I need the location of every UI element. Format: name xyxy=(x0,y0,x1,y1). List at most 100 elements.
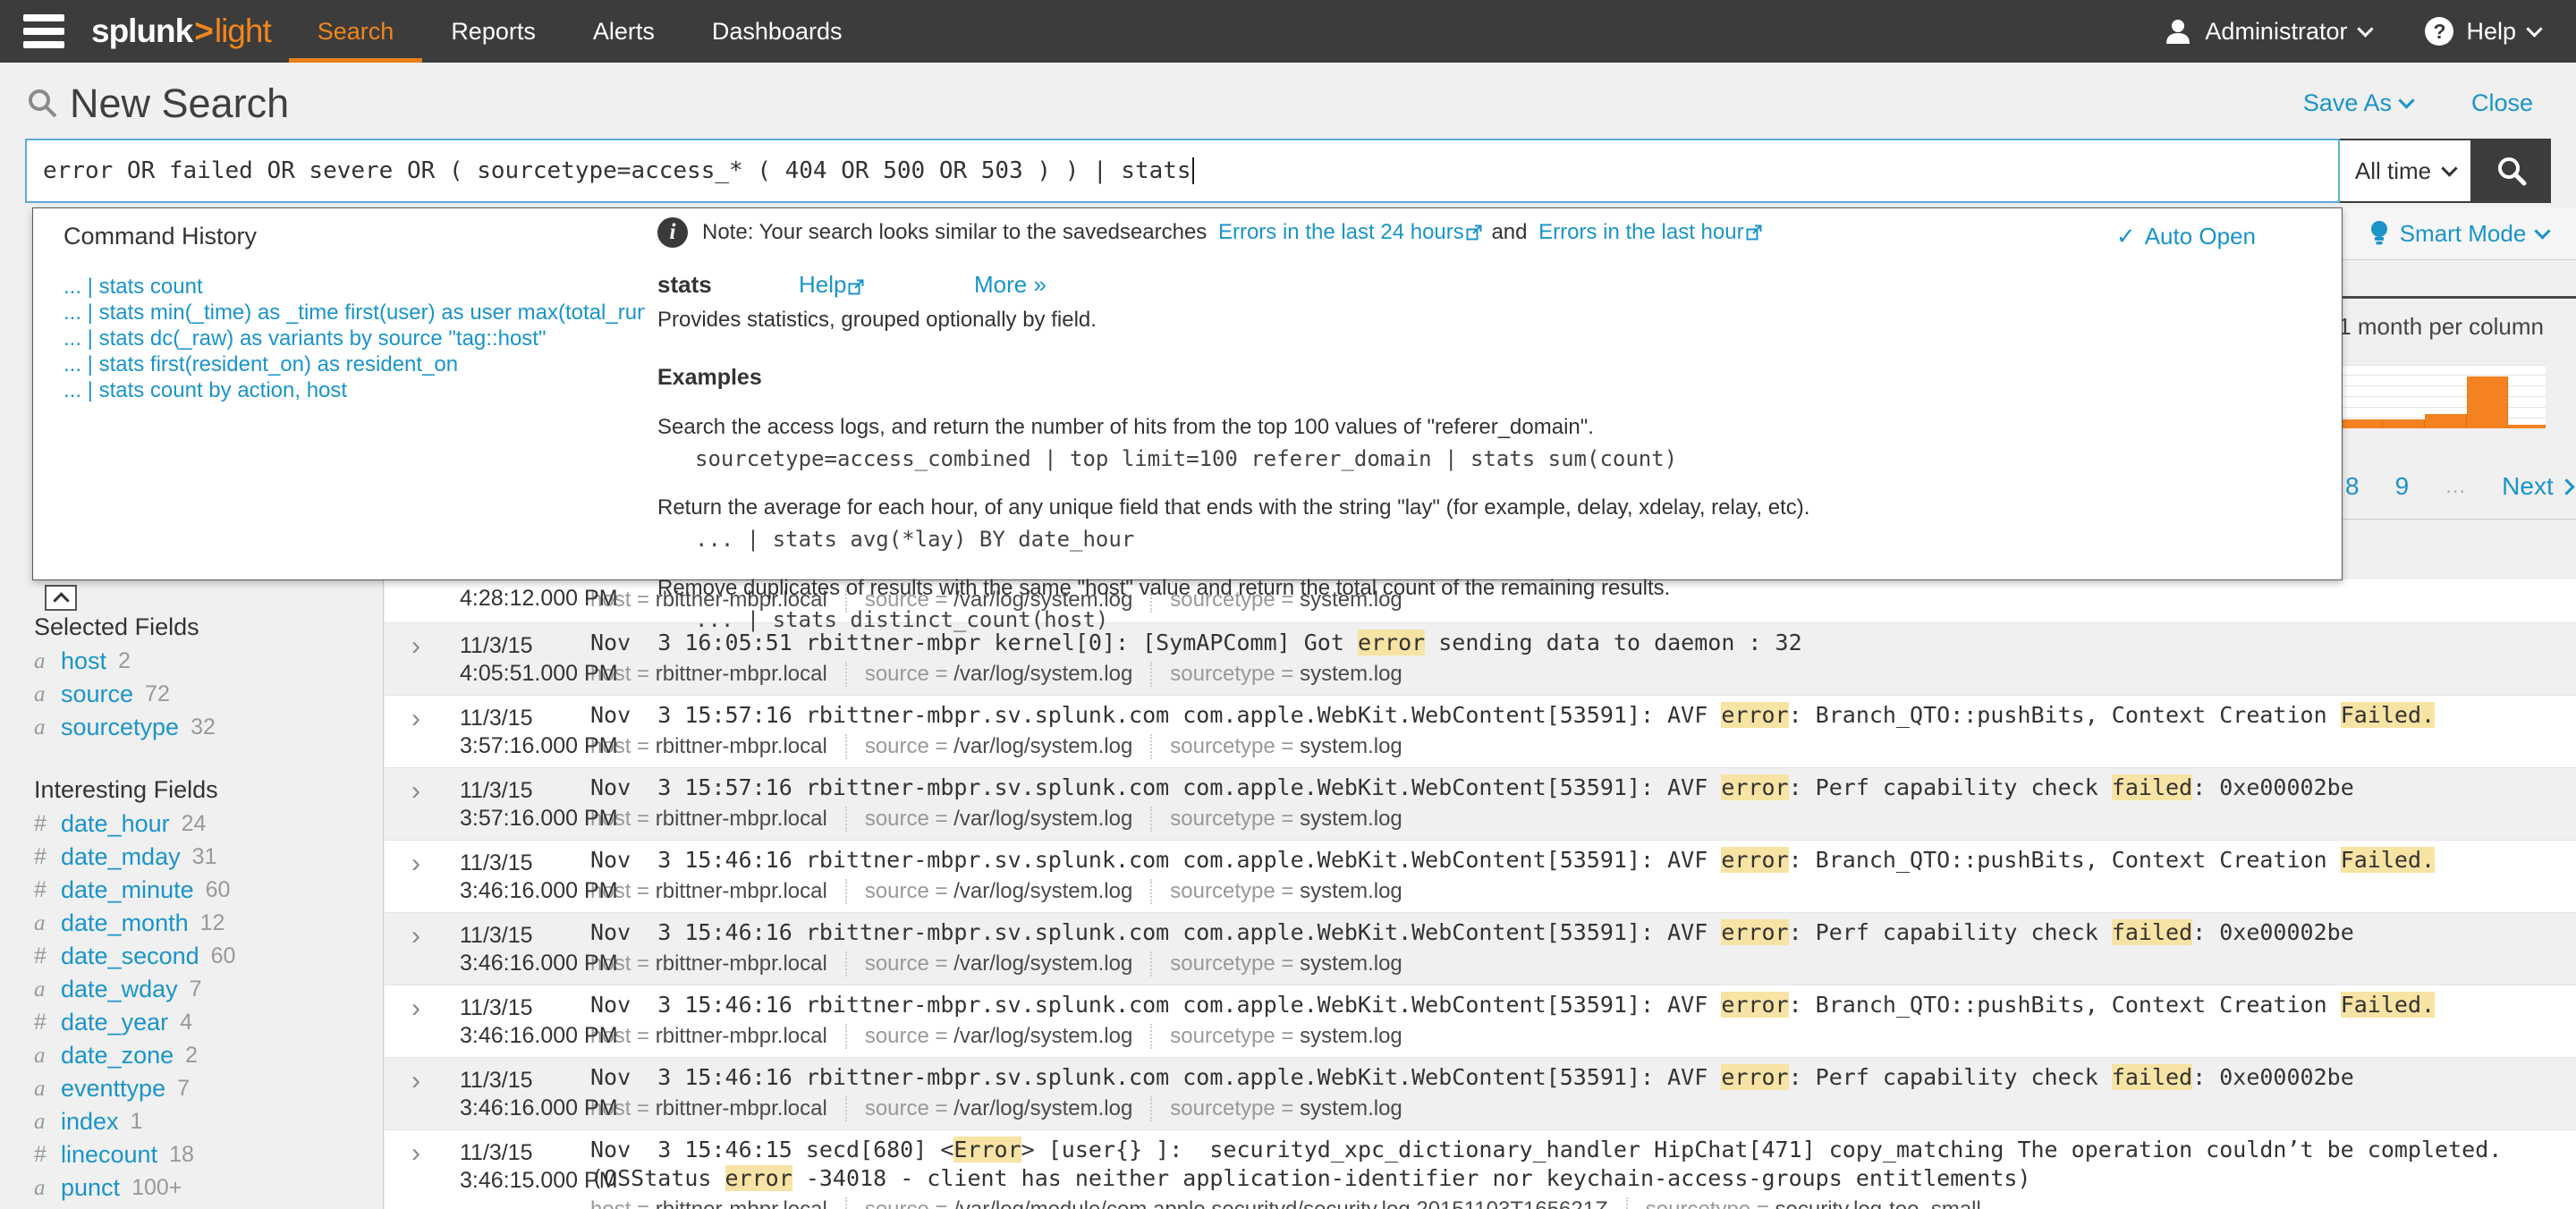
close-button[interactable]: Close xyxy=(2471,89,2533,117)
field-value-source[interactable]: /var/log/system.log xyxy=(953,806,1132,833)
page-link[interactable]: 8 xyxy=(2345,472,2360,501)
timeline-bar[interactable] xyxy=(2467,376,2508,428)
field-value-sourcetype[interactable]: system.log xyxy=(1300,806,1402,833)
field-value-source[interactable]: /var/log/system.log xyxy=(953,1023,1132,1050)
field-name[interactable]: date_month xyxy=(61,909,189,937)
highlighted-term[interactable]: Failed. xyxy=(2340,992,2436,1018)
timeline-bar[interactable] xyxy=(2383,419,2425,428)
field-value-source[interactable]: /var/log/system.log xyxy=(953,733,1132,760)
field-value-host[interactable]: rbittner-mbpr.local xyxy=(656,733,827,760)
field-name[interactable]: date_mday xyxy=(61,843,181,871)
expand-event-chevron[interactable]: › xyxy=(411,778,420,805)
timeline-bar[interactable] xyxy=(2342,419,2383,428)
highlighted-term[interactable]: Error xyxy=(953,1137,1021,1162)
field-value-source[interactable]: /var/log/module/com.apple.securityd/secu… xyxy=(953,1196,1608,1209)
expand-event-chevron[interactable]: › xyxy=(411,850,420,877)
command-help-link[interactable]: Help xyxy=(799,271,974,299)
field-value-sourcetype[interactable]: system.log xyxy=(1300,1095,1402,1122)
command-history-item[interactable]: ... | stats dc(_raw) as variants by sour… xyxy=(64,326,645,351)
auto-open-toggle[interactable]: ✓ Auto Open xyxy=(2116,223,2256,250)
field-value-sourcetype[interactable]: system.log xyxy=(1300,661,1402,688)
highlighted-term[interactable]: error xyxy=(1721,774,1789,800)
field-value-host[interactable]: rbittner-mbpr.local xyxy=(656,1196,827,1209)
expand-event-chevron[interactable]: › xyxy=(411,706,420,732)
next-page-button[interactable]: Next xyxy=(2502,472,2575,501)
highlighted-term[interactable]: Failed. xyxy=(2340,847,2436,873)
expand-event-chevron[interactable]: › xyxy=(411,633,420,660)
field-name[interactable]: date_second xyxy=(61,943,199,970)
highlighted-term[interactable]: error xyxy=(1357,630,1426,655)
search-submit-button[interactable] xyxy=(2472,139,2551,203)
timeline-bar[interactable] xyxy=(2425,414,2467,428)
user-menu[interactable]: Administrator xyxy=(2164,17,2375,46)
field-value-sourcetype[interactable]: security.log-too_small xyxy=(1775,1196,1981,1209)
field-name[interactable]: linecount xyxy=(61,1141,157,1169)
timeline-bar[interactable] xyxy=(2508,425,2546,428)
highlighted-term[interactable]: error xyxy=(724,1165,792,1191)
highlighted-term[interactable]: Failed. xyxy=(2340,702,2436,728)
command-history-item[interactable]: ... | stats count xyxy=(64,274,645,300)
command-history-item[interactable]: ... | stats first(resident_on) as reside… xyxy=(64,351,645,377)
expand-event-chevron[interactable]: › xyxy=(411,1140,420,1167)
expand-event-chevron[interactable]: › xyxy=(411,995,420,1022)
field-name[interactable]: date_hour xyxy=(61,810,170,838)
highlighted-term[interactable]: failed xyxy=(2111,1064,2193,1090)
field-value-host[interactable]: rbittner-mbpr.local xyxy=(656,1095,827,1122)
nav-tab-search[interactable]: Search xyxy=(288,0,423,63)
nav-tab-alerts[interactable]: Alerts xyxy=(564,0,683,63)
highlighted-term[interactable]: error xyxy=(1721,1064,1789,1090)
field-value-sourcetype[interactable]: system.log xyxy=(1300,1023,1402,1050)
field-value-host[interactable]: rbittner-mbpr.local xyxy=(656,878,827,905)
collapse-fields-button[interactable] xyxy=(45,585,77,611)
help-menu[interactable]: ? Help xyxy=(2425,17,2543,46)
field-name[interactable]: date_wday xyxy=(61,976,178,1003)
note-text: Note: Your search looks similar to the s… xyxy=(702,220,1208,244)
save-as-button[interactable]: Save As xyxy=(2303,89,2415,117)
hamburger-menu-icon[interactable] xyxy=(0,0,88,63)
command-more-link[interactable]: More » xyxy=(974,271,1046,299)
field-value-source[interactable]: /var/log/system.log xyxy=(953,951,1132,977)
field-name[interactable]: index xyxy=(61,1108,119,1136)
field-value-host[interactable]: rbittner-mbpr.local xyxy=(656,951,827,977)
field-name[interactable]: host xyxy=(61,647,106,675)
field-value-host[interactable]: rbittner-mbpr.local xyxy=(656,661,827,688)
field-value-sourcetype[interactable]: system.log xyxy=(1300,878,1402,905)
expand-event-chevron[interactable]: › xyxy=(411,1068,420,1095)
page-link[interactable]: 9 xyxy=(2395,472,2410,501)
expand-event-chevron[interactable]: › xyxy=(411,923,420,950)
field-name[interactable]: date_minute xyxy=(61,876,194,904)
time-range-picker[interactable]: All time xyxy=(2340,139,2472,203)
field-name[interactable]: eventtype xyxy=(61,1075,165,1103)
field-value-source[interactable]: /var/log/system.log xyxy=(953,878,1132,905)
field-name[interactable]: punct xyxy=(61,1174,120,1202)
highlighted-term[interactable]: error xyxy=(1721,919,1789,945)
field-name[interactable]: sourcetype xyxy=(61,714,179,741)
field-name[interactable]: source xyxy=(61,681,133,708)
field-item-sourcetype: a sourcetype 32 xyxy=(34,711,383,744)
savedsearch-link-1h[interactable]: Errors in the last hour xyxy=(1538,220,1743,244)
command-history-item[interactable]: ... | stats min(_time) as _time first(us… xyxy=(64,300,645,326)
highlighted-term[interactable]: failed xyxy=(2111,919,2193,945)
field-value-source[interactable]: /var/log/system.log xyxy=(953,661,1132,688)
nav-tab-reports[interactable]: Reports xyxy=(422,0,564,63)
time-range-label: All time xyxy=(2354,156,2432,184)
field-value-sourcetype[interactable]: system.log xyxy=(1300,951,1402,977)
field-value-host[interactable]: rbittner-mbpr.local xyxy=(656,1023,827,1050)
field-name[interactable]: date_zone xyxy=(61,1042,174,1070)
nav-tab-dashboards[interactable]: Dashboards xyxy=(683,0,871,63)
example-description: Return the average for each hour, of any… xyxy=(657,495,1810,520)
savedsearch-link-24h[interactable]: Errors in the last 24 hours xyxy=(1218,220,1464,244)
field-value-source[interactable]: /var/log/system.log xyxy=(953,1095,1132,1122)
splunk-light-logo[interactable]: splunk > light xyxy=(91,0,272,63)
field-name[interactable]: date_year xyxy=(61,1009,168,1036)
command-history-item[interactable]: ... | stats count by action, host xyxy=(64,377,645,403)
field-value-sourcetype[interactable]: system.log xyxy=(1300,733,1402,760)
highlighted-term[interactable]: error xyxy=(1721,992,1789,1018)
search-input[interactable]: error OR failed OR severe OR ( sourcetyp… xyxy=(25,139,2340,203)
search-mode-selector[interactable]: Smart Mode xyxy=(2342,207,2576,260)
highlighted-term[interactable]: failed xyxy=(2111,774,2193,800)
highlighted-term[interactable]: error xyxy=(1721,847,1789,873)
highlighted-term[interactable]: error xyxy=(1721,702,1789,728)
equals-sign: = xyxy=(631,588,656,612)
field-value-host[interactable]: rbittner-mbpr.local xyxy=(656,806,827,833)
